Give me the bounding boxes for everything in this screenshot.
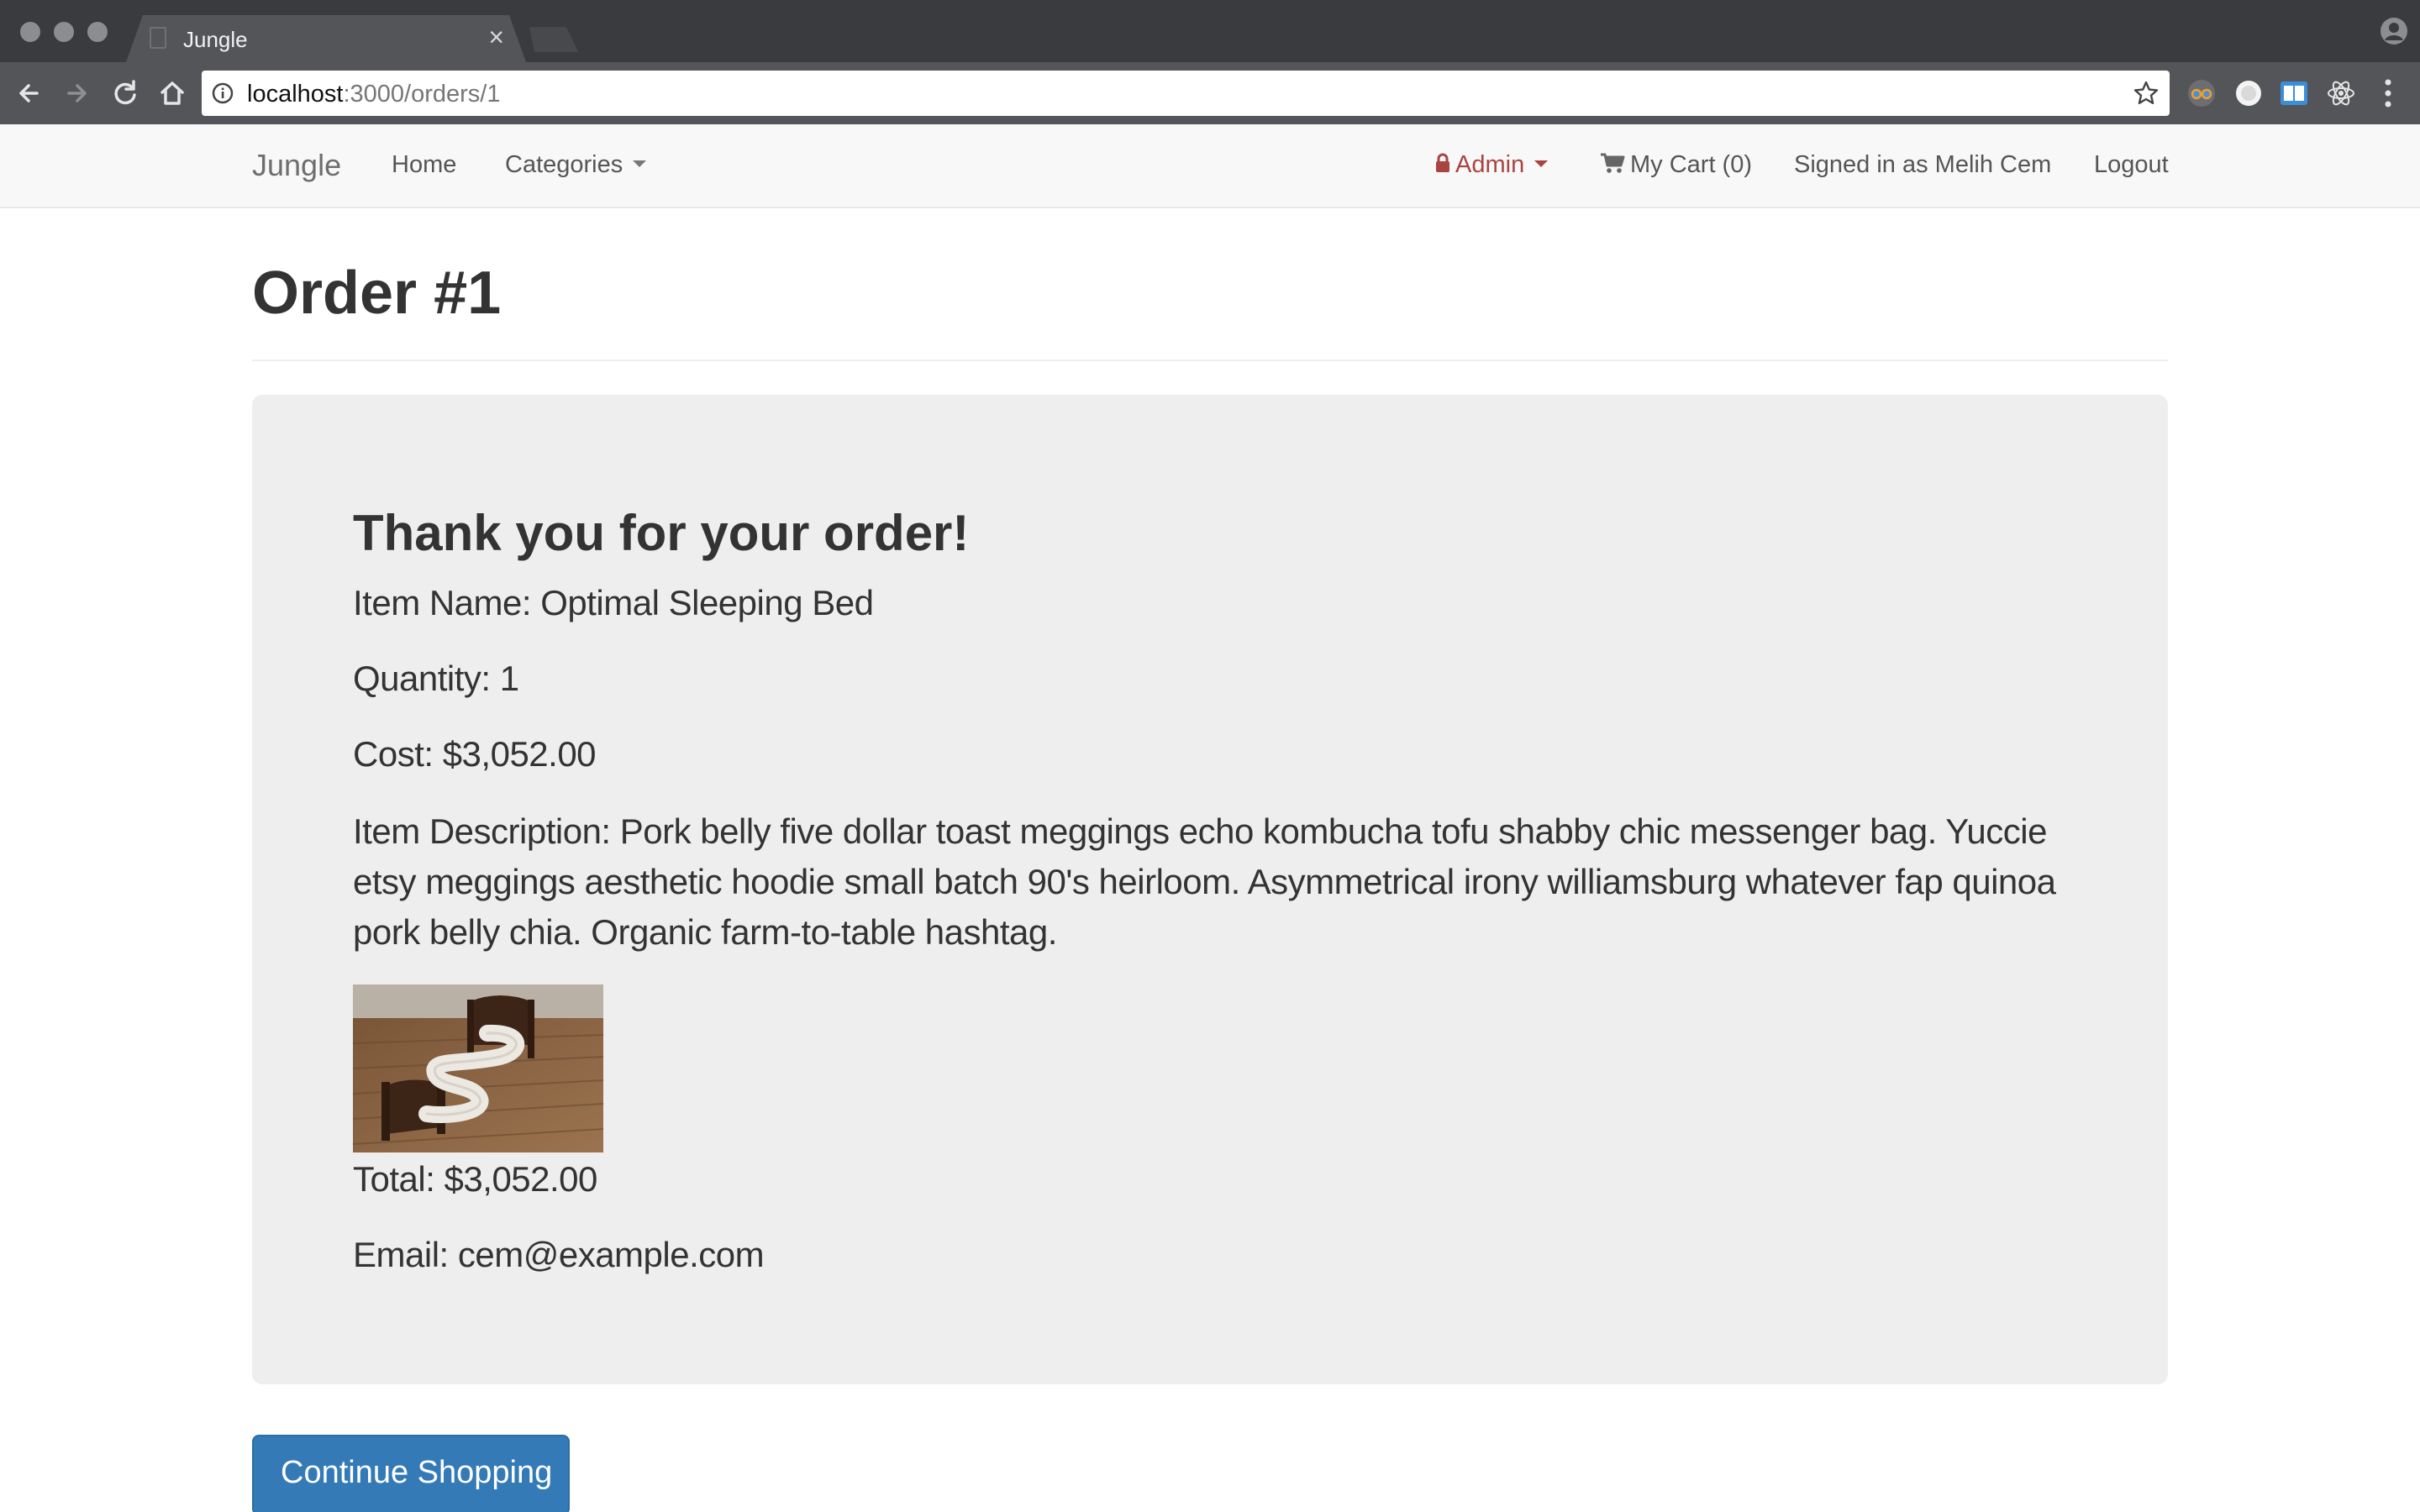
- home-icon[interactable]: [155, 76, 190, 111]
- nav-admin-label: Admin: [1455, 151, 1525, 178]
- extension-reader-icon[interactable]: [2279, 78, 2309, 108]
- nav-home-link[interactable]: Home: [392, 151, 456, 179]
- order-total: Total: $3,052.00: [353, 1159, 597, 1199]
- browser-tab-strip: Jungle ×: [0, 0, 2420, 62]
- browser-menu-icon[interactable]: [2380, 77, 2396, 109]
- item-cost: Cost: $3,052.00: [353, 734, 597, 774]
- nav-categories-dropdown[interactable]: Categories: [505, 151, 647, 179]
- page-favicon-icon: [150, 27, 166, 49]
- url-path: :3000/orders/1: [343, 81, 501, 108]
- item-name: Item Name: Optimal Sleeping Bed: [353, 583, 874, 622]
- url-host: localhost: [247, 81, 344, 108]
- url-text[interactable]: localhost:3000/orders/1: [247, 81, 500, 108]
- signed-in-user[interactable]: Signed in as Melih Cem: [1794, 151, 2051, 179]
- title-divider: [252, 360, 2168, 361]
- page-title: Order #1: [252, 260, 502, 327]
- chevron-down-icon: [1534, 160, 1549, 168]
- info-icon[interactable]: [212, 82, 234, 104]
- order-summary-panel: Thank you for your order! Item Name: Opt…: [252, 395, 2168, 1384]
- product-image: [353, 984, 603, 1152]
- tab-close-icon[interactable]: ×: [488, 24, 504, 50]
- new-tab-button[interactable]: [529, 27, 578, 52]
- nav-logout-link[interactable]: Logout: [2094, 151, 2169, 179]
- profile-icon[interactable]: [2380, 17, 2408, 45]
- nav-cart-link[interactable]: My Cart (0): [1600, 151, 1752, 179]
- nav-admin-dropdown[interactable]: Admin: [1435, 151, 1549, 179]
- back-arrow-icon[interactable]: [12, 76, 47, 111]
- window-zoom-dot[interactable]: [87, 22, 108, 42]
- forward-arrow-icon[interactable]: [59, 76, 94, 111]
- window-close-dot[interactable]: [20, 22, 40, 42]
- tab-title: Jungle: [183, 27, 248, 52]
- thank-you-heading: Thank you for your order!: [353, 505, 970, 561]
- continue-shopping-button[interactable]: Continue Shopping: [252, 1435, 570, 1512]
- continue-shopping-label: Continue Shopping: [281, 1455, 553, 1490]
- reload-icon[interactable]: [108, 76, 143, 111]
- address-bar[interactable]: localhost:3000/orders/1: [202, 71, 2170, 116]
- cart-icon: [1601, 153, 1625, 174]
- brand-link[interactable]: Jungle: [252, 148, 341, 183]
- site-navbar: Jungle Home Categories Admin My Cart (0)…: [0, 124, 2420, 208]
- window-minimize-dot[interactable]: [54, 22, 74, 42]
- item-quantity: Quantity: 1: [353, 659, 519, 698]
- item-description: Item Description: Pork belly five dollar…: [353, 811, 2056, 952]
- nav-cart-label: My Cart (0): [1630, 151, 1752, 178]
- order-email: Email: cem@example.com: [353, 1235, 765, 1274]
- extension-glasses-icon[interactable]: [2186, 78, 2217, 108]
- extension-circle-icon[interactable]: [2233, 78, 2264, 108]
- nav-categories-label: Categories: [505, 151, 623, 178]
- chevron-down-icon: [633, 160, 647, 168]
- react-devtools-icon[interactable]: [2326, 78, 2356, 108]
- browser-tab[interactable]: Jungle ×: [126, 15, 526, 62]
- bookmark-star-icon[interactable]: [2133, 80, 2160, 107]
- browser-toolbar: localhost:3000/orders/1: [0, 62, 2420, 124]
- lock-icon: [1436, 153, 1449, 173]
